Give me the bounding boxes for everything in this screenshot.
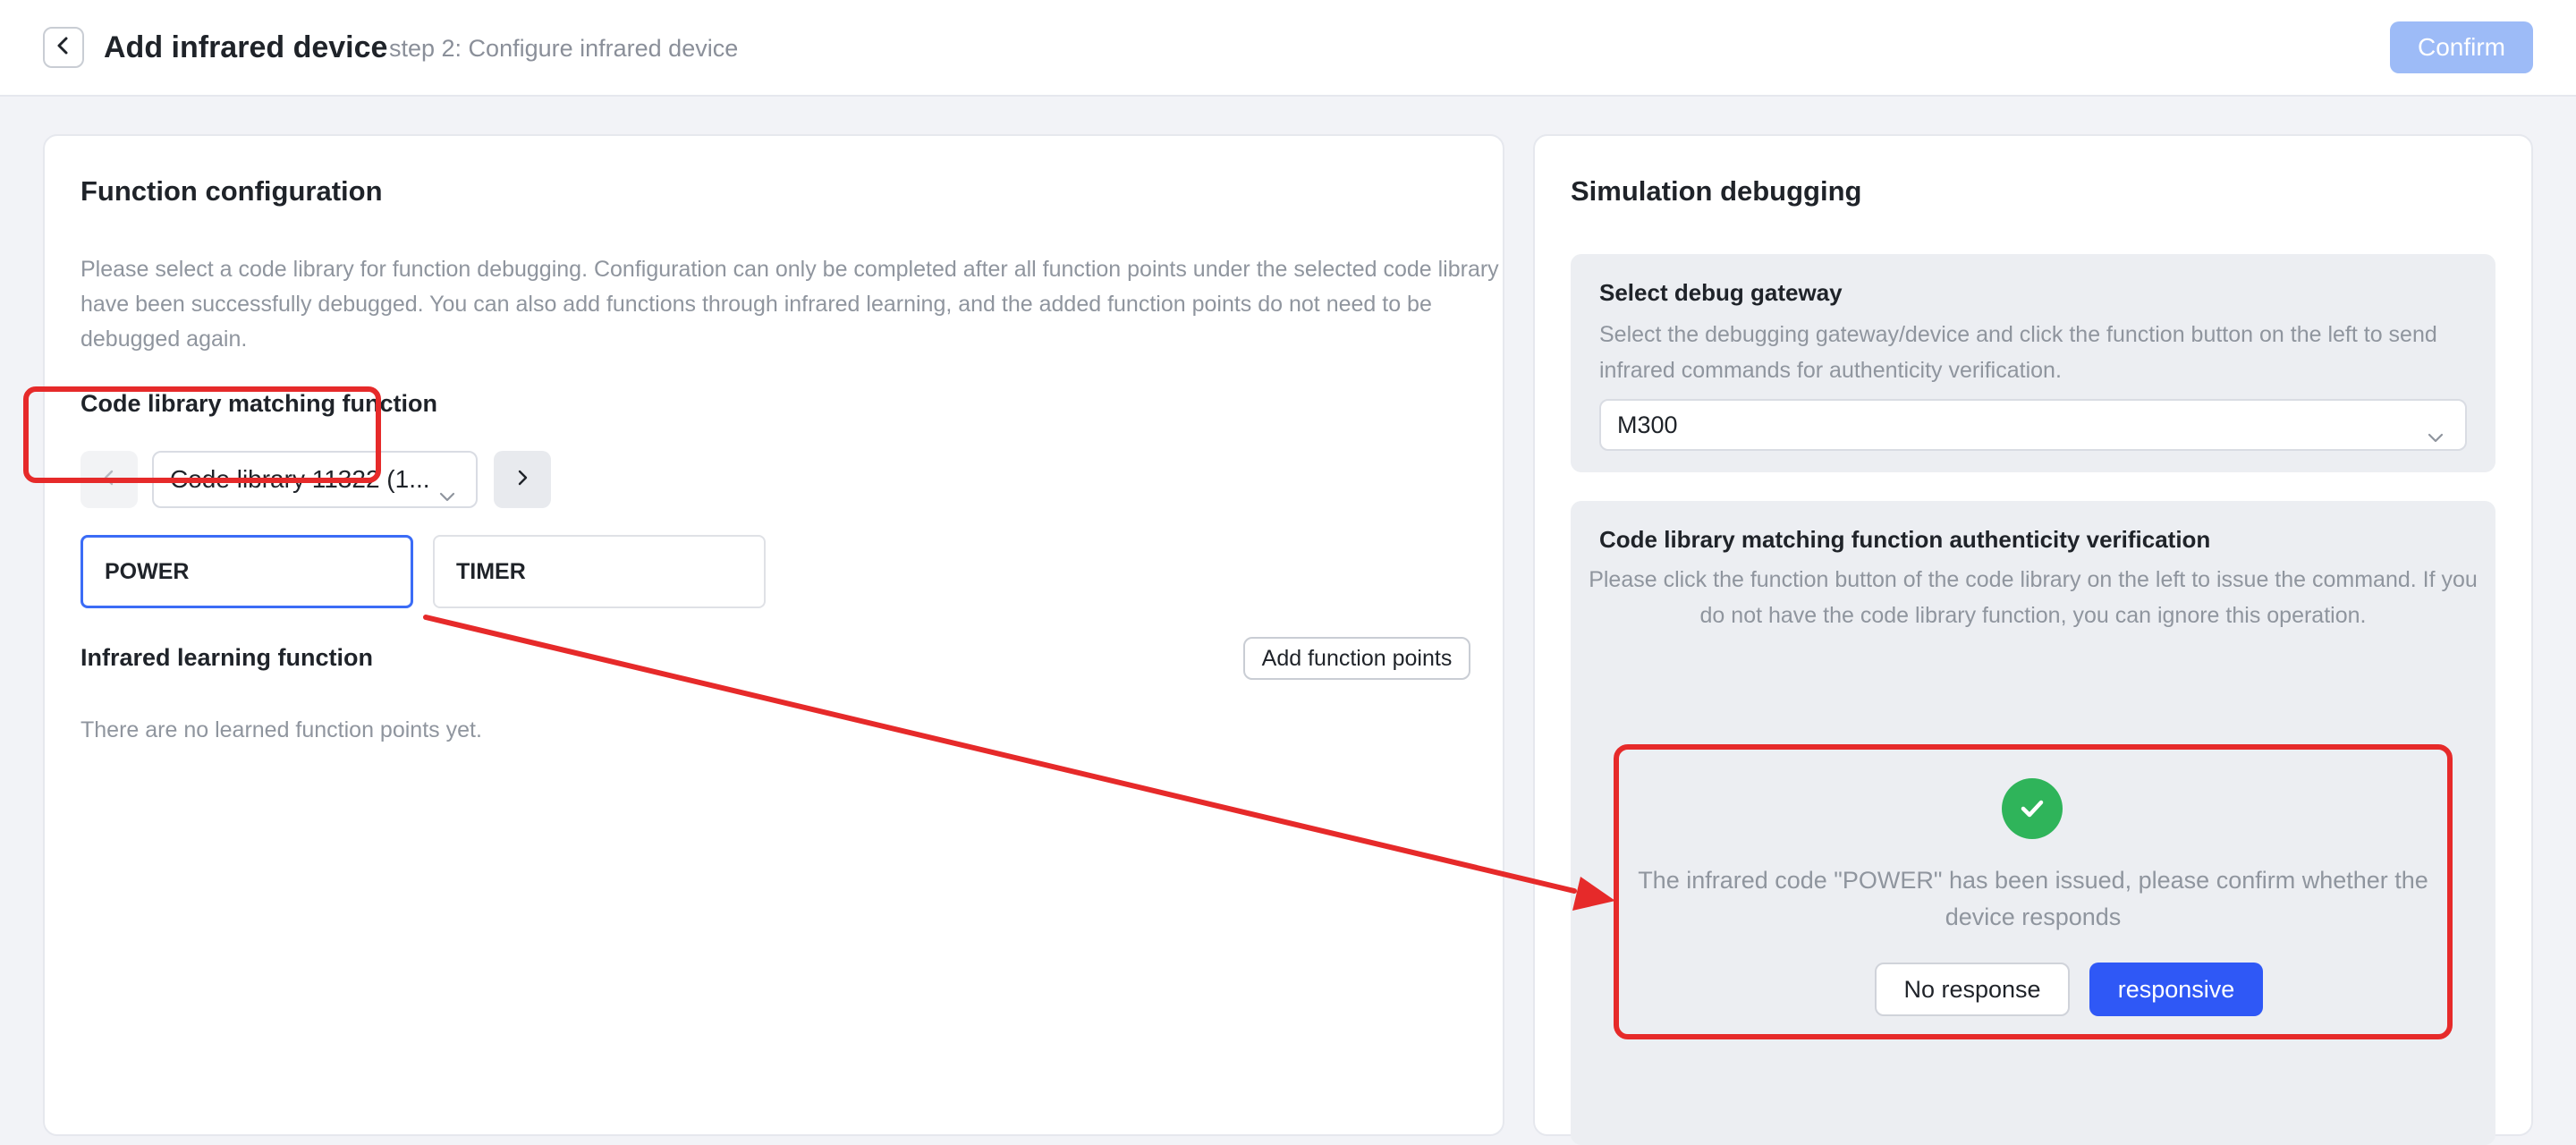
annotation-arrow [423, 615, 1615, 911]
